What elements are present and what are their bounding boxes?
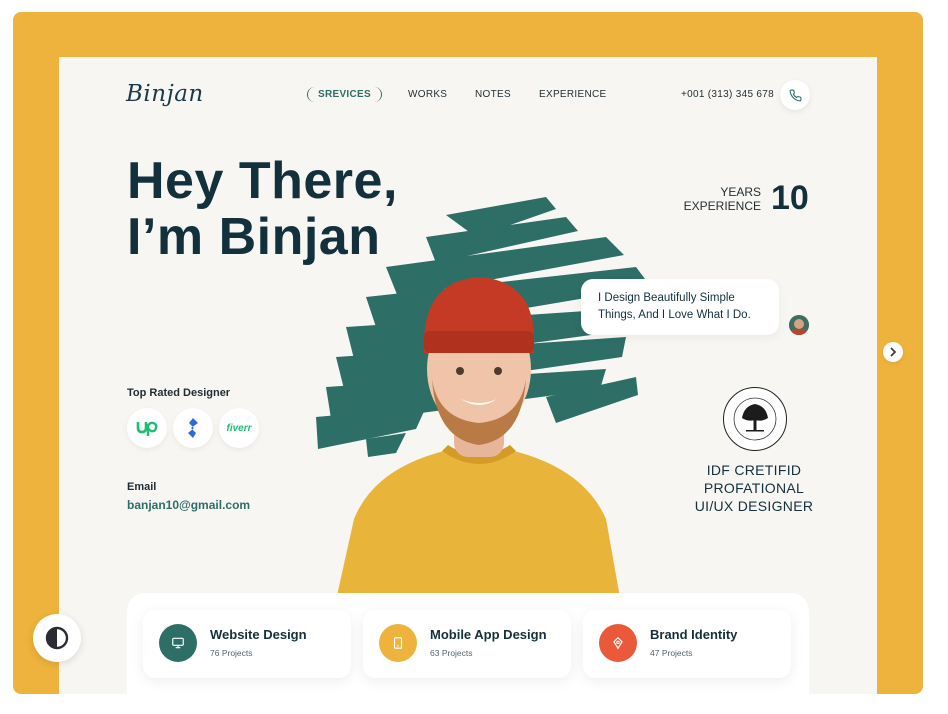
svc-icon-bg — [599, 624, 637, 662]
portfolio-page: Binjan SREVICES WORKS NOTES EXPERIENCE +… — [59, 57, 877, 694]
service-title: Mobile App Design — [430, 627, 547, 642]
quote-line-2: Things, And I Love What I Do. — [598, 309, 751, 321]
experience-label: YEARS EXPERIENCE — [671, 185, 761, 213]
cert-line-3: UI/UX DESIGNER — [694, 498, 814, 514]
quote-bubble: I Design Beautifully Simple Things, And … — [581, 279, 779, 335]
toptal-badge[interactable] — [173, 408, 213, 448]
upwork-badge[interactable] — [127, 408, 167, 448]
service-count: 76 Projects — [210, 648, 253, 658]
toptal-icon — [188, 418, 198, 438]
email-link[interactable]: banjan10@gmail.com — [127, 498, 250, 512]
chevron-right-icon — [890, 347, 897, 357]
service-title: Brand Identity — [650, 627, 738, 642]
nav-notes[interactable]: NOTES — [475, 89, 511, 100]
service-count: 47 Projects — [650, 648, 693, 658]
pen-tool-icon — [613, 636, 623, 650]
tree-icon — [733, 397, 777, 441]
cert-line-1: IDF CRETIFID — [706, 462, 802, 478]
tablet-icon — [393, 637, 403, 649]
brand-logo[interactable]: Binjan — [126, 81, 204, 107]
nav-experience[interactable]: EXPERIENCE — [539, 89, 606, 100]
experience-years-value: 10 — [771, 179, 809, 217]
experience-label-line-1: YEARS — [720, 185, 761, 199]
top-rated-label: Top Rated Designer — [127, 387, 231, 399]
fiverr-label: fiverr — [226, 422, 252, 434]
svc-icon-bg — [159, 624, 197, 662]
phone-icon — [789, 89, 801, 101]
theme-toggle-button[interactable] — [33, 614, 81, 662]
nav-works[interactable]: WORKS — [408, 89, 447, 100]
certification-text: IDF CRETIFID PROFATIONAL UI/UX DESIGNER — [669, 461, 839, 515]
quote-line-1: I Design Beautifully Simple — [598, 292, 735, 304]
services-panel: Website Design 76 Projects Mobile App De… — [127, 593, 809, 694]
service-card-mobile[interactable]: Mobile App Design 63 Projects — [363, 610, 571, 678]
service-count: 63 Projects — [430, 648, 473, 658]
service-card-website[interactable]: Website Design 76 Projects — [143, 610, 351, 678]
next-slide-button[interactable] — [883, 342, 903, 362]
service-card-brand[interactable]: Brand Identity 47 Projects — [583, 610, 791, 678]
presentation-frame: Binjan SREVICES WORKS NOTES EXPERIENCE +… — [13, 12, 923, 694]
contrast-icon — [45, 626, 69, 650]
certification-seal — [723, 387, 787, 451]
upwork-icon — [136, 421, 158, 436]
nav-services[interactable]: SREVICES — [307, 87, 382, 102]
call-button[interactable] — [780, 80, 810, 110]
service-title: Website Design — [210, 627, 307, 642]
svc-icon-bg — [379, 624, 417, 662]
phone-number[interactable]: +001 (313) 345 678 — [681, 89, 774, 100]
cert-line-2: PROFATIONAL — [703, 480, 805, 496]
email-label: Email — [127, 481, 157, 493]
avatar — [789, 315, 809, 335]
fiverr-badge[interactable]: fiverr — [219, 408, 259, 448]
experience-label-line-2: EXPERIENCE — [683, 199, 761, 213]
monitor-icon — [172, 637, 184, 649]
